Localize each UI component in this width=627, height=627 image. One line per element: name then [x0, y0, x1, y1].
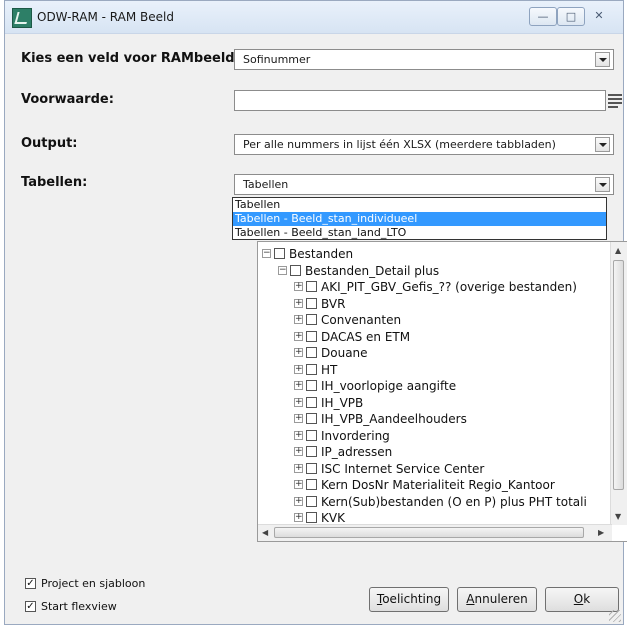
collapse-icon[interactable]: −	[262, 249, 271, 258]
tree-item-label: Bestanden	[289, 247, 354, 261]
chevron-down-icon[interactable]	[595, 137, 610, 152]
maximize-button[interactable]: □	[557, 7, 585, 26]
tree-item-label: Bestanden_Detail plus	[305, 263, 440, 278]
tree-item-checkbox[interactable]	[274, 248, 285, 259]
tree-item-label: BVR	[321, 296, 346, 311]
title-bar: ODW-RAM - RAM Beeld — □ ✕	[5, 1, 623, 34]
annuleren-button[interactable]: Annuleren	[457, 587, 537, 612]
tree-item-checkbox[interactable]	[306, 281, 317, 292]
tree-item-checkbox[interactable]	[306, 446, 317, 457]
tree-item-checkbox[interactable]	[290, 264, 301, 276]
app-icon	[12, 8, 32, 28]
tabellen-select-value: Tabellen	[243, 178, 289, 191]
dropdown-option-selected[interactable]: Tabellen - Beeld_stan_individueel	[233, 212, 606, 226]
dropdown-option[interactable]: Tabellen - Beeld_stan_land_LTO	[233, 226, 606, 240]
tree-item-checkbox[interactable]	[306, 330, 317, 342]
window-title: ODW-RAM - RAM Beeld	[37, 10, 174, 24]
tree-item-checkbox[interactable]	[306, 512, 317, 523]
expand-icon[interactable]: +	[294, 447, 303, 456]
dropdown-option[interactable]: Tabellen	[233, 198, 606, 212]
tabellen-label: Tabellen:	[21, 175, 88, 190]
expand-icon[interactable]: +	[294, 282, 303, 291]
tree-item-label: Kern(Sub)bestanden (O en P) plus PHT tot…	[321, 494, 587, 509]
checkbox-check-icon[interactable]: ✓	[25, 601, 36, 612]
scroll-up-icon[interactable]: ▲	[615, 246, 621, 255]
expand-icon[interactable]: +	[294, 331, 303, 341]
checkbox-check-icon[interactable]: ✓	[25, 578, 36, 589]
chevron-down-icon[interactable]	[595, 52, 610, 67]
output-select[interactable]: Per alle nummers in lijst één XLSX (meer…	[234, 134, 614, 155]
output-select-value: Per alle nummers in lijst één XLSX (meer…	[243, 138, 556, 151]
tree-item-label: IH_voorlopige aangifte	[321, 379, 457, 393]
expand-icon[interactable]: +	[294, 298, 303, 308]
tree-item-label: Kern DosNr Materialiteit Regio_Kantoor	[321, 478, 555, 492]
toelichting-label: oelichting	[382, 592, 442, 606]
horizontal-scroll-thumb[interactable]	[274, 527, 584, 538]
start-flexview-label: Start flexview	[41, 600, 117, 613]
list-editor-icon[interactable]	[608, 93, 622, 108]
tree-item-label: IH_VPB_Aandeelhouders	[321, 412, 467, 426]
tree-item-label: Invordering	[321, 428, 390, 443]
tree-item-checkbox[interactable]	[306, 429, 317, 441]
tabellen-select[interactable]: Tabellen	[234, 174, 614, 195]
expand-icon[interactable]: +	[294, 496, 303, 506]
tree-item-checkbox[interactable]	[306, 380, 317, 391]
annuleren-mnemonic: A	[466, 592, 475, 606]
tabellen-dropdown-list: Tabellen Tabellen - Beeld_stan_individue…	[232, 197, 607, 240]
annuleren-label: nnuleren	[474, 592, 528, 606]
tree-item-checkbox[interactable]	[306, 479, 317, 490]
tree-item-checkbox[interactable]	[306, 314, 317, 325]
chevron-down-icon[interactable]	[595, 177, 610, 192]
output-label: Output:	[21, 136, 78, 151]
tree-item-checkbox[interactable]	[306, 413, 317, 424]
tree-item-label: IP_adressen	[321, 445, 393, 459]
scroll-right-icon[interactable]: ▶	[598, 528, 604, 537]
tree-item-checkbox[interactable]	[306, 495, 317, 507]
tree-item-label: HT	[321, 362, 338, 377]
tree-item-checkbox[interactable]	[306, 396, 317, 408]
ok-label: k	[583, 592, 591, 606]
expand-icon[interactable]: +	[294, 397, 303, 407]
expand-icon[interactable]: +	[294, 513, 303, 522]
expand-icon[interactable]: +	[294, 315, 303, 324]
expand-icon[interactable]: +	[294, 381, 303, 390]
tree-item-checkbox[interactable]	[306, 297, 317, 309]
scroll-down-icon[interactable]: ▼	[615, 512, 621, 521]
tree-item-label: Convenanten	[321, 313, 402, 327]
tree-item-label: Douane	[321, 346, 368, 360]
expand-icon[interactable]: +	[294, 348, 303, 357]
close-button[interactable]: ✕	[585, 7, 613, 26]
collapse-icon[interactable]: −	[278, 265, 287, 275]
expand-icon[interactable]: +	[294, 480, 303, 489]
veld-select[interactable]: Sofinummer	[234, 49, 614, 70]
veld-label: Kies een veld voor RAMbeeld:	[21, 51, 240, 66]
expand-icon[interactable]: +	[294, 430, 303, 440]
vertical-scrollbar[interactable]: ▲ ▼	[610, 242, 627, 525]
tree-item-checkbox[interactable]	[306, 462, 317, 474]
project-sjabloon-label: Project en sjabloon	[41, 577, 146, 590]
scroll-left-icon[interactable]: ◀	[262, 528, 268, 537]
horizontal-scrollbar[interactable]: ◀ ▶	[258, 524, 612, 541]
voorwaarde-label: Voorwaarde:	[21, 92, 114, 107]
bestanden-tree: − Bestanden − Bestanden_Detail plus + AKI_PIT…	[257, 241, 627, 542]
expand-icon[interactable]: +	[294, 364, 303, 374]
resize-grip-icon[interactable]	[609, 610, 621, 622]
ok-mnemonic: O	[573, 592, 584, 606]
vertical-scroll-thumb[interactable]	[613, 260, 624, 490]
tree-item-label: IH_VPB	[321, 395, 364, 410]
tree-item-label: DACAS en ETM	[321, 329, 411, 344]
tree-item-label: ISC Internet Service Center	[321, 461, 485, 476]
expand-icon[interactable]: +	[294, 463, 303, 473]
tree-item-checkbox[interactable]	[306, 363, 317, 375]
voorwaarde-input[interactable]	[234, 90, 606, 111]
toelichting-button[interactable]: Toelichting	[369, 587, 449, 612]
tree-item-checkbox[interactable]	[306, 347, 317, 358]
ok-button[interactable]: Ok	[545, 587, 619, 612]
expand-icon[interactable]: +	[294, 414, 303, 423]
tree-item-label: AKI_PIT_GBV_Gefis_?? (overige bestanden)	[321, 280, 577, 294]
minimize-button[interactable]: —	[529, 7, 557, 26]
veld-select-value: Sofinummer	[243, 53, 311, 66]
